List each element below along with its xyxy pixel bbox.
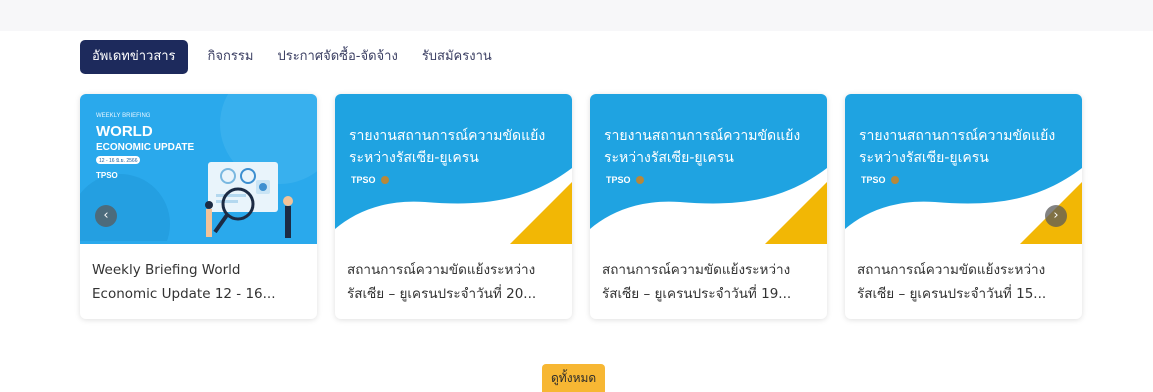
briefing-small-text: WEEKLY BRIEFING	[96, 113, 151, 119]
briefing-subtitle: ECONOMIC UPDATE	[96, 142, 194, 153]
card-caption-line: สถานการณ์ความขัดแย้งระหว่าง	[857, 262, 1046, 278]
report-title-line2: ระหว่างรัสเซีย-ยูเครน	[349, 150, 479, 166]
chevron-left-icon[interactable]: ‹	[95, 205, 117, 227]
card-caption: สถานการณ์ความขัดแย้งระหว่าง รัสเซีย – ยู…	[845, 244, 1082, 319]
report-title-line1: รายงานสถานการณ์ความขัดแย้ง	[349, 127, 545, 144]
report-title-line2: ระหว่างรัสเซีย-ยูเครน	[604, 150, 734, 166]
view-all-button[interactable]: ดูทั้งหมด	[542, 364, 606, 392]
news-card[interactable]: รายงานสถานการณ์ความขัดแย้ง ระหว่างรัสเซี…	[335, 94, 572, 319]
report-title-line1: รายงานสถานการณ์ความขัดแย้ง	[604, 127, 800, 144]
card-caption-line: รัสเซีย – ยูเครนประจำวันที่ 20...	[347, 286, 537, 302]
top-band	[0, 0, 1153, 31]
tpso-logo: TPSO	[606, 175, 631, 185]
card-thumbnail: WEEKLY BRIEFING WORLD ECONOMIC UPDATE 12…	[80, 94, 317, 244]
card-caption: Weekly Briefing World Economic Update 12…	[80, 244, 317, 319]
tab-procurement[interactable]: ประกาศจัดซื้อ-จัดจ้าง	[265, 40, 409, 74]
tpso-logo: TPSO	[351, 175, 376, 185]
card-thumbnail: รายงานสถานการณ์ความขัดแย้ง ระหว่างรัสเซี…	[335, 94, 572, 244]
card-caption-line: รัสเซีย – ยูเครนประจำวันที่ 19...	[602, 286, 792, 302]
news-card[interactable]: รายงานสถานการณ์ความขัดแย้ง ระหว่างรัสเซี…	[590, 94, 827, 319]
tab-jobs[interactable]: รับสมัครงาน	[410, 40, 504, 74]
card-caption-line: รัสเซีย – ยูเครนประจำวันที่ 15...	[857, 286, 1047, 302]
news-card[interactable]: รายงานสถานการณ์ความขัดแย้ง ระหว่างรัสเซี…	[845, 94, 1082, 319]
chevron-right-icon[interactable]: ›	[1045, 205, 1067, 227]
briefing-title: WORLD	[96, 123, 153, 140]
card-caption: สถานการณ์ความขัดแย้งระหว่าง รัสเซีย – ยู…	[335, 244, 572, 319]
card-caption-line: สถานการณ์ความขัดแย้งระหว่าง	[602, 262, 791, 278]
card-caption-line: Weekly Briefing World	[92, 262, 241, 278]
news-tabs: อัพเดทข่าวสาร กิจกรรม ประกาศจัดซื้อ-จัดจ…	[80, 40, 504, 74]
report-title-line1: รายงานสถานการณ์ความขัดแย้ง	[859, 127, 1055, 144]
news-card[interactable]: WEEKLY BRIEFING WORLD ECONOMIC UPDATE 12…	[80, 94, 317, 319]
tab-news-update[interactable]: อัพเดทข่าวสาร	[80, 40, 188, 74]
briefing-date: 12 - 16 มิ.ย. 2566	[99, 157, 138, 164]
news-carousel: WEEKLY BRIEFING WORLD ECONOMIC UPDATE 12…	[80, 94, 1082, 319]
card-caption-line: Economic Update 12 - 16...	[92, 286, 276, 302]
report-title-line2: ระหว่างรัสเซีย-ยูเครน	[859, 150, 989, 166]
card-caption-line: สถานการณ์ความขัดแย้งระหว่าง	[347, 262, 536, 278]
tpso-logo: TPSO	[861, 175, 886, 185]
card-caption: สถานการณ์ความขัดแย้งระหว่าง รัสเซีย – ยู…	[590, 244, 827, 319]
tab-activities[interactable]: กิจกรรม	[196, 40, 266, 74]
tpso-logo: TPSO	[96, 171, 118, 180]
card-thumbnail: รายงานสถานการณ์ความขัดแย้ง ระหว่างรัสเซี…	[590, 94, 827, 244]
